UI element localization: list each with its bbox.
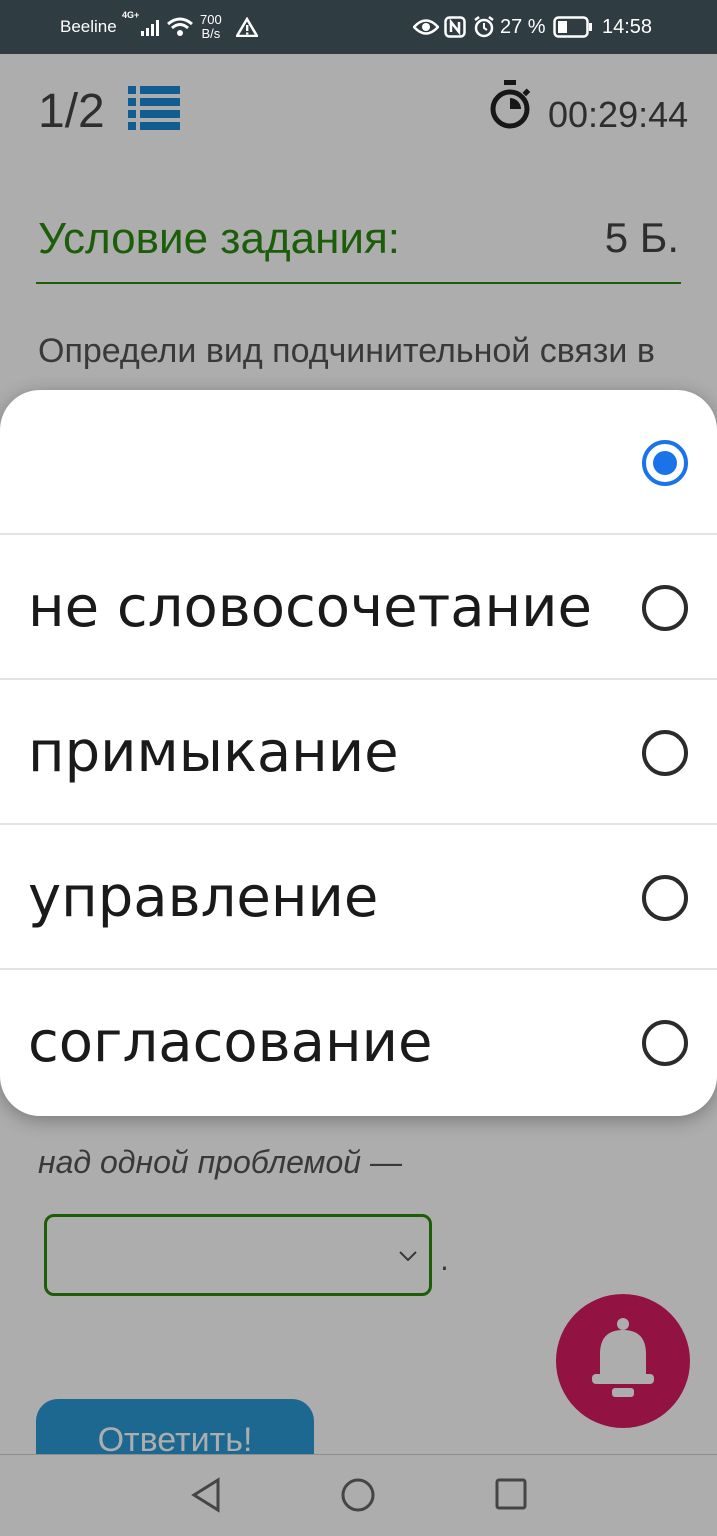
alarm-icon	[472, 0, 496, 54]
option-empty[interactable]	[0, 390, 717, 535]
warning-icon	[236, 0, 258, 54]
radio-unselected-icon[interactable]	[642, 1020, 688, 1066]
option-label: не словосочетание	[28, 575, 592, 640]
speed-unit: B/s	[201, 26, 221, 41]
radio-unselected-icon[interactable]	[642, 730, 688, 776]
battery-icon	[553, 0, 593, 54]
option-label: согласование	[28, 1010, 433, 1075]
option-primykanie[interactable]: примыкание	[0, 680, 717, 825]
radio-selected-icon[interactable]	[642, 440, 688, 486]
carrier-name: Beeline	[60, 17, 117, 36]
option-label: примыкание	[28, 720, 399, 785]
eye-icon	[413, 0, 439, 54]
option-soglasovanie[interactable]: согласование	[0, 970, 717, 1115]
radio-unselected-icon[interactable]	[642, 875, 688, 921]
status-bar: Beeline 4G+ 700 B/s 27 % 14:58	[0, 0, 717, 54]
options-dialog: не словосочетание примыкание управление …	[0, 390, 717, 1116]
network-type: 4G+	[122, 10, 140, 20]
clock-time: 14:58	[602, 15, 653, 38]
option-ne-slovosochetanie[interactable]: не словосочетание	[0, 535, 717, 680]
network-speed: 700 B/s	[200, 0, 222, 54]
option-upravlenie[interactable]: управление	[0, 825, 717, 970]
radio-unselected-icon[interactable]	[642, 585, 688, 631]
wifi-icon	[166, 0, 194, 54]
nfc-icon	[444, 0, 466, 54]
battery-percent: 27 %	[500, 15, 546, 38]
signal-icon	[140, 0, 162, 54]
speed-value: 700	[200, 12, 222, 27]
option-label: управление	[28, 865, 379, 930]
